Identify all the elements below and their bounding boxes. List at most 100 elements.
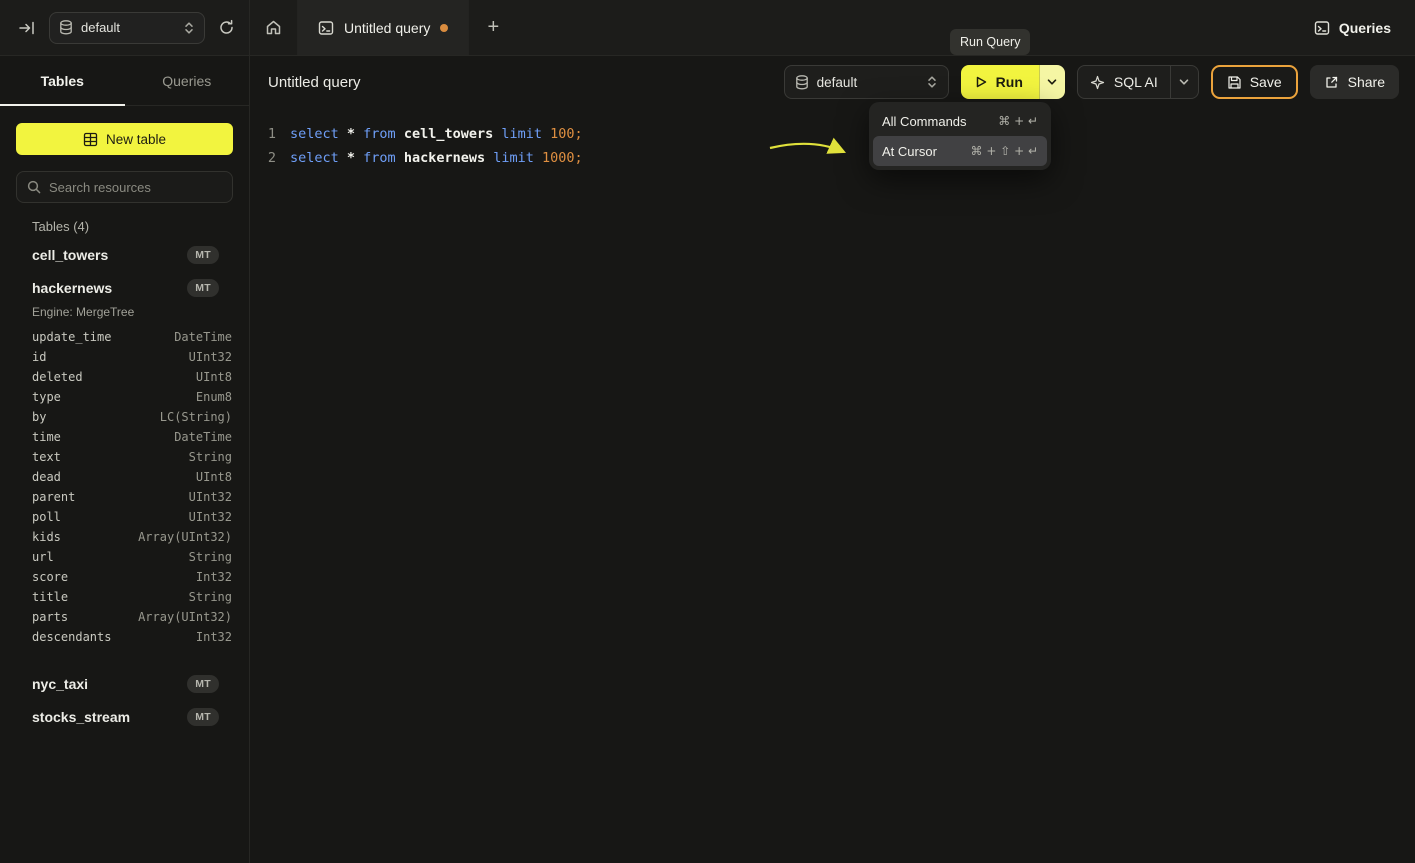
menu-item-all-commands[interactable]: All Commands ⌘ + ↵ xyxy=(873,106,1047,136)
column-type: DateTime xyxy=(174,330,232,344)
chevron-down-icon xyxy=(1178,76,1190,88)
sidebar-tab-tables[interactable]: Tables xyxy=(0,56,125,105)
query-header: Untitled query default xyxy=(250,56,1415,108)
column-type: UInt32 xyxy=(189,510,232,524)
code-text: select * from cell_towers limit 100; xyxy=(290,126,583,142)
column-type: UInt32 xyxy=(189,350,232,364)
column-row[interactable]: descendantsInt32 xyxy=(32,627,232,647)
table-row-nyc-taxi[interactable]: nyc_taxi MT xyxy=(0,667,249,700)
column-name: title xyxy=(32,590,68,604)
column-row[interactable]: partsArray(UInt32) xyxy=(32,607,232,627)
table-name: nyc_taxi xyxy=(32,676,88,692)
database-icon xyxy=(59,20,73,35)
home-icon xyxy=(265,19,282,36)
queries-icon xyxy=(1314,20,1330,36)
column-type: Array(UInt32) xyxy=(138,610,232,624)
table-row-cell-towers[interactable]: cell_towers MT xyxy=(0,238,249,271)
code-token: limit xyxy=(493,150,542,166)
column-type: UInt8 xyxy=(196,370,232,384)
column-type: LC(String) xyxy=(160,410,232,424)
queries-label: Queries xyxy=(1339,20,1391,36)
column-type: DateTime xyxy=(174,430,232,444)
header-database-value: default xyxy=(817,75,858,90)
sql-ai-options-button[interactable] xyxy=(1170,66,1198,98)
column-name: id xyxy=(32,350,46,364)
code-token: select xyxy=(290,150,347,166)
new-table-label: New table xyxy=(106,132,166,147)
topbar-left: default xyxy=(0,0,250,55)
new-table-button[interactable]: New table xyxy=(16,123,233,155)
tab-label: Untitled query xyxy=(344,20,430,36)
menu-item-at-cursor[interactable]: At Cursor ⌘ + ⇧ + ↵ xyxy=(873,136,1047,166)
save-button[interactable]: Save xyxy=(1211,65,1298,99)
column-name: time xyxy=(32,430,61,444)
code-line[interactable]: 2 select * from hackernews limit 1000; xyxy=(250,146,1415,170)
column-row[interactable]: textString xyxy=(32,447,232,467)
code-text: select * from hackernews limit 1000; xyxy=(290,150,583,166)
code-line[interactable]: 1select * from cell_towers limit 100; xyxy=(250,122,1415,146)
column-name: poll xyxy=(32,510,61,524)
share-label: Share xyxy=(1348,74,1385,90)
code-token: 1000 xyxy=(542,150,575,166)
column-row[interactable]: update_timeDateTime xyxy=(32,327,232,347)
sidebar-tab-queries[interactable]: Queries xyxy=(125,56,250,105)
sql-console-app: default xyxy=(0,0,1415,863)
queries-button[interactable]: Queries xyxy=(1314,20,1391,36)
column-row[interactable]: id UInt32 xyxy=(32,347,232,367)
code-token: * xyxy=(347,150,363,166)
run-options-menu: All Commands ⌘ + ↵ At Cursor ⌘ + ⇧ + ↵ xyxy=(869,102,1051,170)
tab-untitled-query[interactable]: Untitled query xyxy=(298,0,469,55)
collapse-sidebar-icon[interactable] xyxy=(18,19,36,37)
table-name: hackernews xyxy=(32,280,112,296)
header-database-select[interactable]: default xyxy=(784,65,949,99)
run-query-tooltip: Run Query xyxy=(950,29,1030,55)
code-token: from xyxy=(363,126,404,142)
run-split-button: Run xyxy=(961,65,1065,99)
share-icon xyxy=(1324,75,1339,90)
run-options-button[interactable] xyxy=(1039,65,1065,99)
new-tab-button[interactable]: + xyxy=(469,0,517,55)
column-row[interactable]: urlString xyxy=(32,547,232,567)
sql-ai-button[interactable]: SQL AI xyxy=(1078,66,1170,98)
table-grid-icon xyxy=(83,132,98,147)
main-area: Untitled query default xyxy=(250,56,1415,863)
column-row[interactable]: typeEnum8 xyxy=(32,387,232,407)
menu-item-shortcut: ⌘ + ↵ xyxy=(998,114,1038,128)
search-input[interactable] xyxy=(49,180,222,195)
refresh-icon[interactable] xyxy=(218,19,235,36)
column-row[interactable]: deletedUInt8 xyxy=(32,367,232,387)
column-row[interactable]: scoreInt32 xyxy=(32,567,232,587)
select-chevrons-icon xyxy=(926,75,938,89)
column-row[interactable]: titleString xyxy=(32,587,232,607)
column-row[interactable]: parentUInt32 xyxy=(32,487,232,507)
code-token: 100 xyxy=(550,126,574,142)
code-token: hackernews xyxy=(404,150,493,166)
unsaved-changes-dot xyxy=(440,24,448,32)
engine-badge: MT xyxy=(187,675,219,693)
column-row[interactable]: time DateTime xyxy=(32,427,232,447)
table-row-hackernews[interactable]: hackernews MT xyxy=(0,271,249,304)
topbar-database-select[interactable]: default xyxy=(49,12,205,44)
table-row-stocks-stream[interactable]: stocks_stream MT xyxy=(0,700,249,733)
sql-ai-label: SQL AI xyxy=(1114,74,1158,90)
select-chevrons-icon xyxy=(183,21,195,35)
column-name: kids xyxy=(32,530,61,544)
column-row[interactable]: byLC(String) xyxy=(32,407,232,427)
column-name: url xyxy=(32,550,54,564)
line-number: 2 xyxy=(250,150,276,166)
sql-editor[interactable]: 1select * from cell_towers limit 100; 2 se… xyxy=(250,108,1415,170)
column-type: Array(UInt32) xyxy=(138,530,232,544)
save-label: Save xyxy=(1250,74,1282,90)
topbar: default xyxy=(0,0,1415,56)
run-button[interactable]: Run xyxy=(961,65,1039,99)
sql-ai-split-button: SQL AI xyxy=(1077,65,1199,99)
column-row[interactable]: kids Array(UInt32) xyxy=(32,527,232,547)
engine-info: Engine: MergeTree xyxy=(0,304,249,325)
code-token: ; xyxy=(575,126,583,142)
tab-home[interactable] xyxy=(250,0,298,55)
share-button[interactable]: Share xyxy=(1310,65,1399,99)
column-row[interactable]: poll UInt32 xyxy=(32,507,232,527)
menu-item-label: At Cursor xyxy=(882,144,937,159)
column-row[interactable]: deadUInt8 xyxy=(32,467,232,487)
header-controls: default Run xyxy=(784,65,1399,99)
